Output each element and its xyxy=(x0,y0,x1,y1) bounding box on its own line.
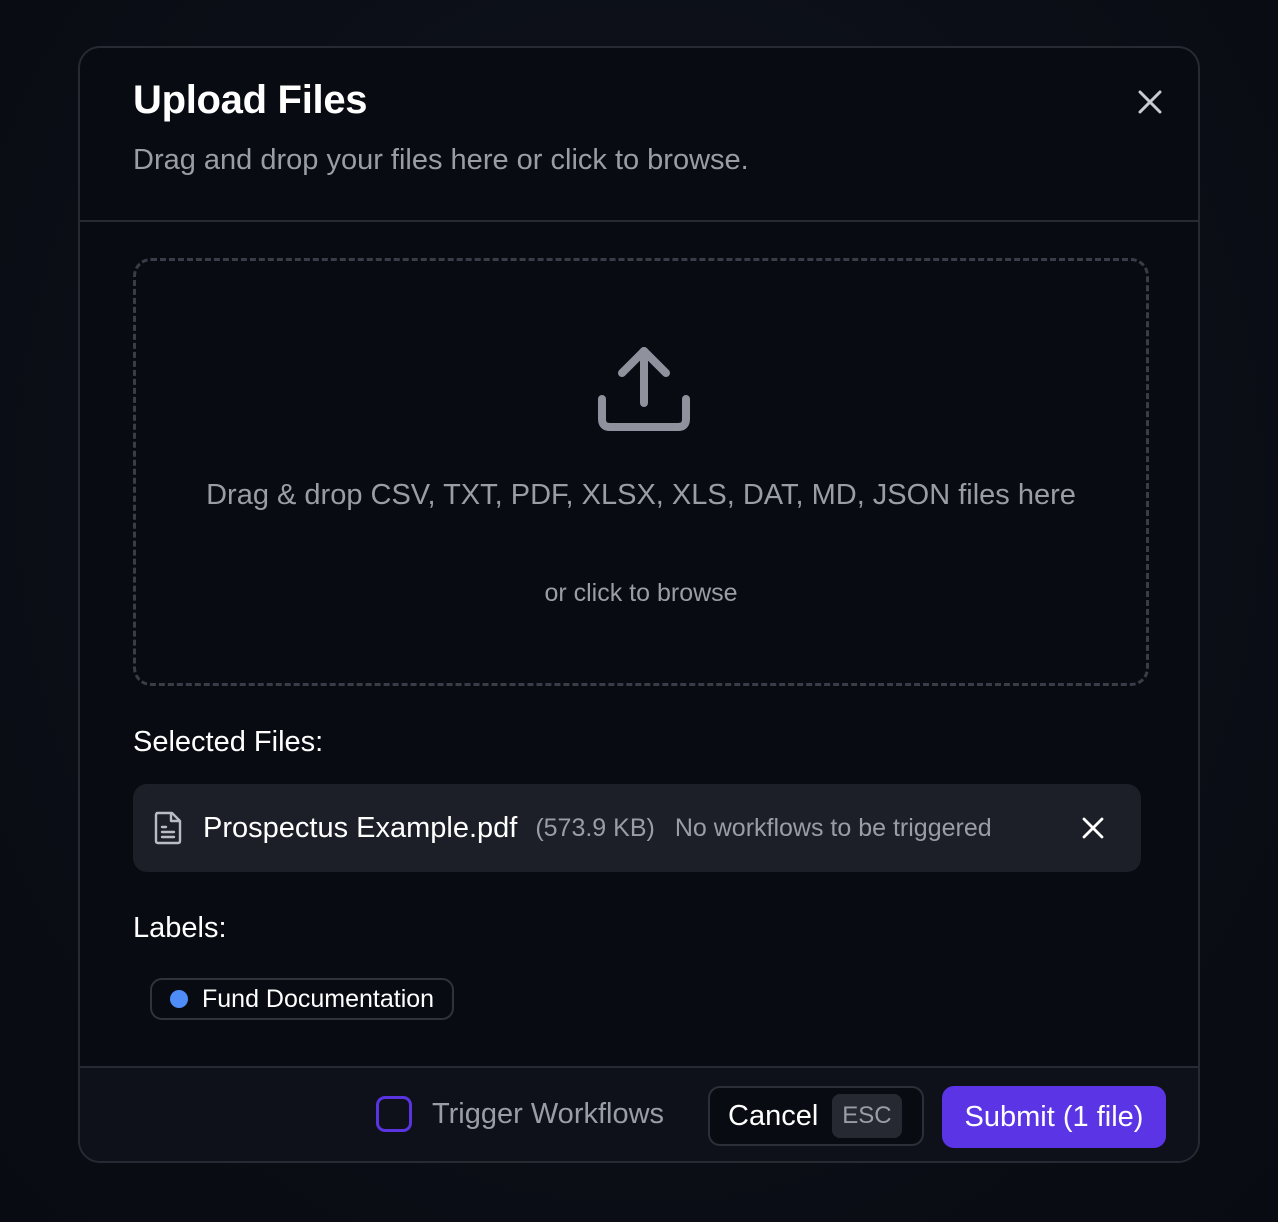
close-button[interactable] xyxy=(1130,82,1170,122)
dialog-title: Upload Files xyxy=(133,78,368,122)
dialog-header: Upload Files Drag and drop your files he… xyxy=(80,48,1198,222)
esc-shortcut-badge: ESC xyxy=(832,1094,902,1138)
trigger-workflows-label[interactable]: Trigger Workflows xyxy=(432,1098,664,1131)
upload-dialog: Upload Files Drag and drop your files he… xyxy=(78,46,1200,1163)
labels-heading: Labels: xyxy=(133,912,227,944)
remove-file-button[interactable] xyxy=(1075,810,1111,846)
close-icon xyxy=(1138,90,1162,114)
upload-icon xyxy=(598,347,690,431)
file-dropzone[interactable]: Drag & drop CSV, TXT, PDF, XLSX, XLS, DA… xyxy=(133,258,1149,686)
cancel-button-label: Cancel xyxy=(728,1099,819,1132)
dialog-footer: Trigger Workflows Cancel ESC Submit (1 f… xyxy=(80,1066,1198,1161)
file-workflow-status: No workflows to be triggered xyxy=(674,813,992,842)
dialog-subtitle: Drag and drop your files here or click t… xyxy=(133,144,749,176)
dropzone-instructions: Drag & drop CSV, TXT, PDF, XLSX, XLS, DA… xyxy=(206,479,1076,511)
selected-files-heading: Selected Files: xyxy=(133,726,324,758)
file-text-icon xyxy=(151,810,185,846)
file-size: (573.9 KB) xyxy=(535,813,655,842)
label-chip-text: Fund Documentation xyxy=(202,984,435,1013)
submit-button[interactable]: Submit (1 file) xyxy=(942,1086,1166,1148)
label-chip[interactable]: Fund Documentation xyxy=(150,978,455,1020)
cancel-button[interactable]: Cancel ESC xyxy=(708,1086,924,1146)
label-color-dot xyxy=(170,990,188,1008)
selected-file-item: Prospectus Example.pdf (573.9 KB) No wor… xyxy=(133,784,1141,872)
file-name: Prospectus Example.pdf xyxy=(203,811,518,844)
trigger-workflows-checkbox[interactable] xyxy=(376,1096,412,1132)
close-icon xyxy=(1082,817,1104,839)
dropzone-browse-hint: or click to browse xyxy=(544,579,738,607)
